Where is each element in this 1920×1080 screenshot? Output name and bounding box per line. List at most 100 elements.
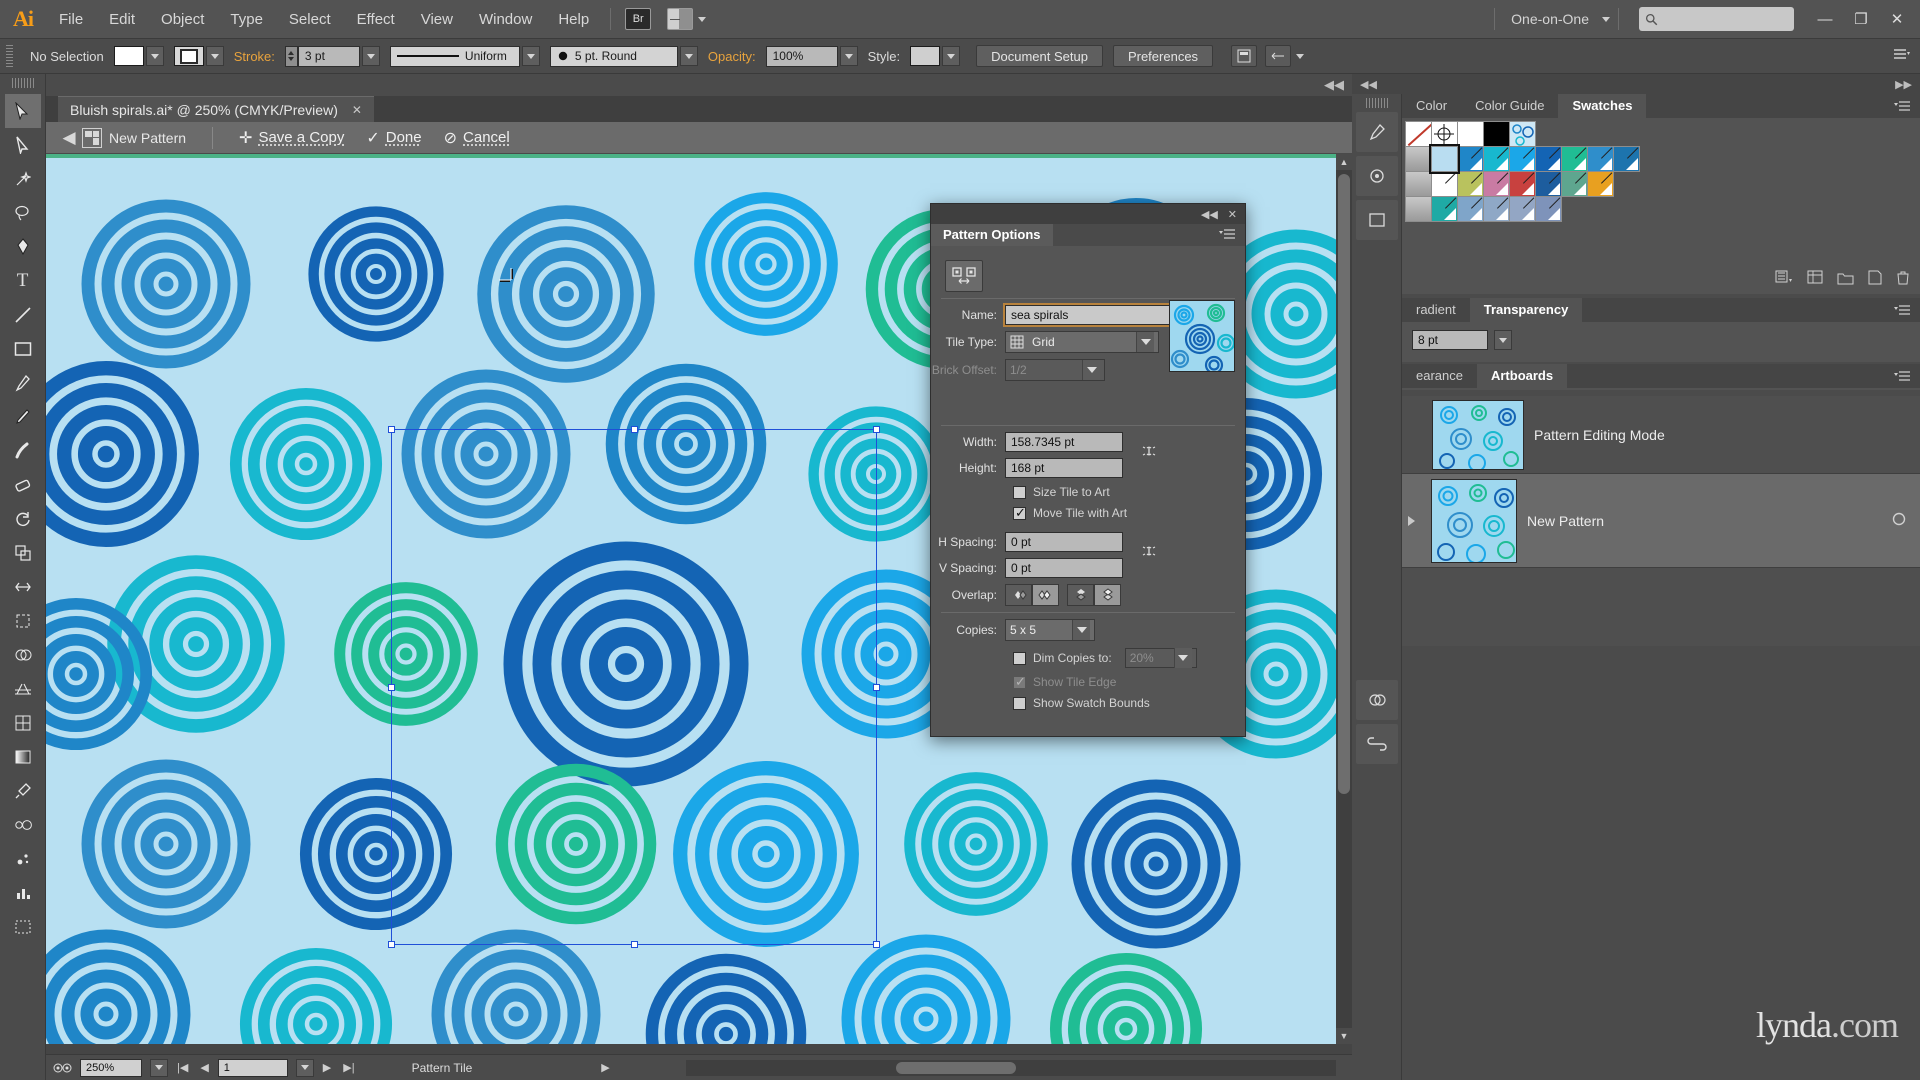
stroke-weight-panel-dropdown-arrow[interactable] bbox=[1494, 330, 1512, 350]
last-artboard-icon[interactable]: ▶| bbox=[340, 1061, 357, 1074]
panel-menu-icon[interactable] bbox=[1894, 364, 1920, 388]
tool-paintbrush[interactable] bbox=[5, 366, 41, 400]
next-artboard-icon[interactable]: ▶ bbox=[320, 1061, 334, 1074]
zoom-level-input[interactable]: 250% bbox=[80, 1058, 142, 1077]
tool-rotate[interactable] bbox=[5, 502, 41, 536]
brush-select[interactable]: 5 pt. Round bbox=[549, 45, 678, 67]
artboard-number-input[interactable]: 1 bbox=[217, 1058, 288, 1077]
show-swatch-bounds-checkbox[interactable] bbox=[1013, 696, 1026, 710]
control-bar-menu-icon[interactable] bbox=[1894, 48, 1920, 64]
control-bar-grip[interactable] bbox=[6, 45, 13, 67]
brushes-panel-icon[interactable] bbox=[1355, 112, 1398, 152]
swatch-steel-blue-4[interactable] bbox=[1535, 196, 1562, 222]
link-spacing-icon[interactable] bbox=[1139, 538, 1161, 564]
prev-artboard-icon[interactable]: ◀ bbox=[197, 1061, 211, 1074]
document-setup-button[interactable]: Document Setup bbox=[976, 45, 1103, 67]
tool-mesh[interactable] bbox=[5, 706, 41, 740]
swatch-steel-blue-2[interactable] bbox=[1483, 196, 1510, 222]
dim-copies-row[interactable]: Dim Copies to: 20% bbox=[1013, 648, 1245, 668]
show-swatch-bounds-row[interactable]: Show Swatch Bounds bbox=[1013, 696, 1245, 710]
zoom-dropdown-arrow[interactable] bbox=[150, 1058, 168, 1077]
swatch-navy[interactable] bbox=[1535, 171, 1562, 197]
swatch-olive[interactable] bbox=[1457, 171, 1484, 197]
width-input[interactable]: 158.7345 pt bbox=[1005, 432, 1123, 452]
arrange-documents-icon[interactable] bbox=[667, 8, 694, 30]
expand-triangle-icon[interactable] bbox=[1408, 515, 1415, 526]
artboard-dropdown-arrow[interactable] bbox=[295, 1058, 314, 1077]
tool-gradient[interactable] bbox=[5, 740, 41, 774]
chevron-down-icon[interactable] bbox=[698, 16, 707, 22]
tool-type[interactable]: T bbox=[5, 264, 41, 298]
cancel-button[interactable]: ⊘ Cancel bbox=[444, 128, 510, 148]
align-panel-icon[interactable] bbox=[1231, 45, 1258, 67]
search-input[interactable] bbox=[1639, 7, 1794, 31]
tab-color-guide[interactable]: Color Guide bbox=[1461, 94, 1558, 118]
menu-window[interactable]: Window bbox=[466, 0, 545, 39]
preferences-button[interactable]: Preferences bbox=[1112, 45, 1214, 67]
chevron-down-icon[interactable] bbox=[1173, 648, 1192, 668]
dim-copies-checkbox[interactable] bbox=[1013, 651, 1026, 665]
menu-type[interactable]: Type bbox=[217, 0, 276, 39]
maximize-button[interactable]: ❐ bbox=[1844, 6, 1878, 32]
scroll-down-icon[interactable]: ▼ bbox=[1336, 1028, 1352, 1044]
overlap-left-in-front-button[interactable] bbox=[1005, 584, 1032, 606]
swatch-dark-blue[interactable] bbox=[1535, 146, 1562, 172]
minimize-button[interactable]: — bbox=[1808, 6, 1842, 32]
tool-scale[interactable] bbox=[5, 536, 41, 570]
swatch-teal[interactable] bbox=[1431, 196, 1458, 222]
layer-row-pattern-editing-mode[interactable]: Pattern Editing Mode bbox=[1402, 396, 1920, 474]
menu-file[interactable]: File bbox=[46, 0, 96, 39]
stroke-weight-input[interactable]: 3 pt bbox=[297, 45, 360, 67]
stroke-weight-panel-input[interactable]: 8 pt bbox=[1412, 330, 1488, 350]
link-dimensions-icon[interactable] bbox=[1139, 438, 1161, 464]
tab-transparency[interactable]: Transparency bbox=[1469, 298, 1583, 322]
done-button[interactable]: ✓ Done bbox=[366, 128, 421, 148]
swatch-red[interactable] bbox=[1509, 171, 1536, 197]
first-artboard-icon[interactable]: |◀ bbox=[174, 1061, 191, 1074]
tool-symbol-sprayer[interactable] bbox=[5, 842, 41, 876]
symbols-panel-icon[interactable] bbox=[1355, 156, 1398, 196]
tool-lasso[interactable] bbox=[5, 196, 41, 230]
show-tile-edge-row[interactable]: Show Tile Edge bbox=[1013, 674, 1245, 690]
height-input[interactable]: 168 pt bbox=[1005, 458, 1123, 478]
chevron-down-icon[interactable] bbox=[1602, 16, 1610, 22]
tool-line-segment[interactable] bbox=[5, 298, 41, 332]
tile-type-select[interactable]: Grid bbox=[1005, 331, 1159, 353]
layer-target-circle-icon[interactable] bbox=[1892, 512, 1906, 529]
collapse-icon[interactable]: ◀◀ bbox=[1201, 208, 1218, 221]
chevron-down-icon[interactable] bbox=[1296, 53, 1305, 59]
size-tile-to-art-checkbox[interactable] bbox=[1013, 485, 1026, 499]
links-panel-icon[interactable] bbox=[1355, 724, 1398, 764]
brush-dropdown-arrow[interactable] bbox=[679, 46, 698, 66]
swatch-black[interactable] bbox=[1483, 121, 1510, 147]
swatch-teal-green[interactable] bbox=[1561, 146, 1588, 172]
tab-color[interactable]: Color bbox=[1402, 94, 1461, 118]
scroll-thumb[interactable] bbox=[1338, 174, 1350, 794]
style-dropdown-arrow[interactable] bbox=[942, 46, 961, 66]
copies-select[interactable]: 5 x 5 bbox=[1005, 619, 1095, 641]
swatch-group-folder[interactable] bbox=[1405, 171, 1432, 197]
swatch-steel-blue-1[interactable] bbox=[1457, 196, 1484, 222]
tool-width[interactable] bbox=[5, 570, 41, 604]
pathfinder-panel-icon[interactable] bbox=[1355, 680, 1398, 720]
swatch-sage[interactable] bbox=[1561, 171, 1588, 197]
tool-eyedropper[interactable] bbox=[5, 774, 41, 808]
close-button[interactable]: ✕ bbox=[1880, 6, 1914, 32]
swatch-cyan[interactable] bbox=[1483, 146, 1510, 172]
swatch-pink[interactable] bbox=[1483, 171, 1510, 197]
chevron-down-icon[interactable] bbox=[1072, 620, 1090, 640]
tool-shape-builder[interactable] bbox=[5, 638, 41, 672]
workspace-switcher[interactable]: One-on-One — ❐ ✕ bbox=[1486, 6, 1920, 32]
overlap-right-in-front-button[interactable] bbox=[1032, 584, 1059, 606]
move-tile-with-art-checkbox[interactable] bbox=[1013, 505, 1026, 521]
new-swatch-icon[interactable] bbox=[1868, 270, 1882, 288]
tab-gradient[interactable]: radient bbox=[1402, 298, 1470, 322]
save-a-copy-button[interactable]: ✛ Save a Copy bbox=[239, 128, 344, 148]
canvas-vertical-scrollbar[interactable]: ▲ ▼ bbox=[1336, 154, 1352, 1044]
tab-appearance[interactable]: earance bbox=[1402, 364, 1477, 388]
swatch-orange[interactable] bbox=[1587, 171, 1614, 197]
swatch-white-2[interactable] bbox=[1431, 171, 1458, 197]
close-icon[interactable]: ✕ bbox=[1228, 208, 1237, 221]
swatch-group-folder[interactable] bbox=[1405, 146, 1432, 172]
fill-swatch[interactable] bbox=[113, 46, 144, 66]
